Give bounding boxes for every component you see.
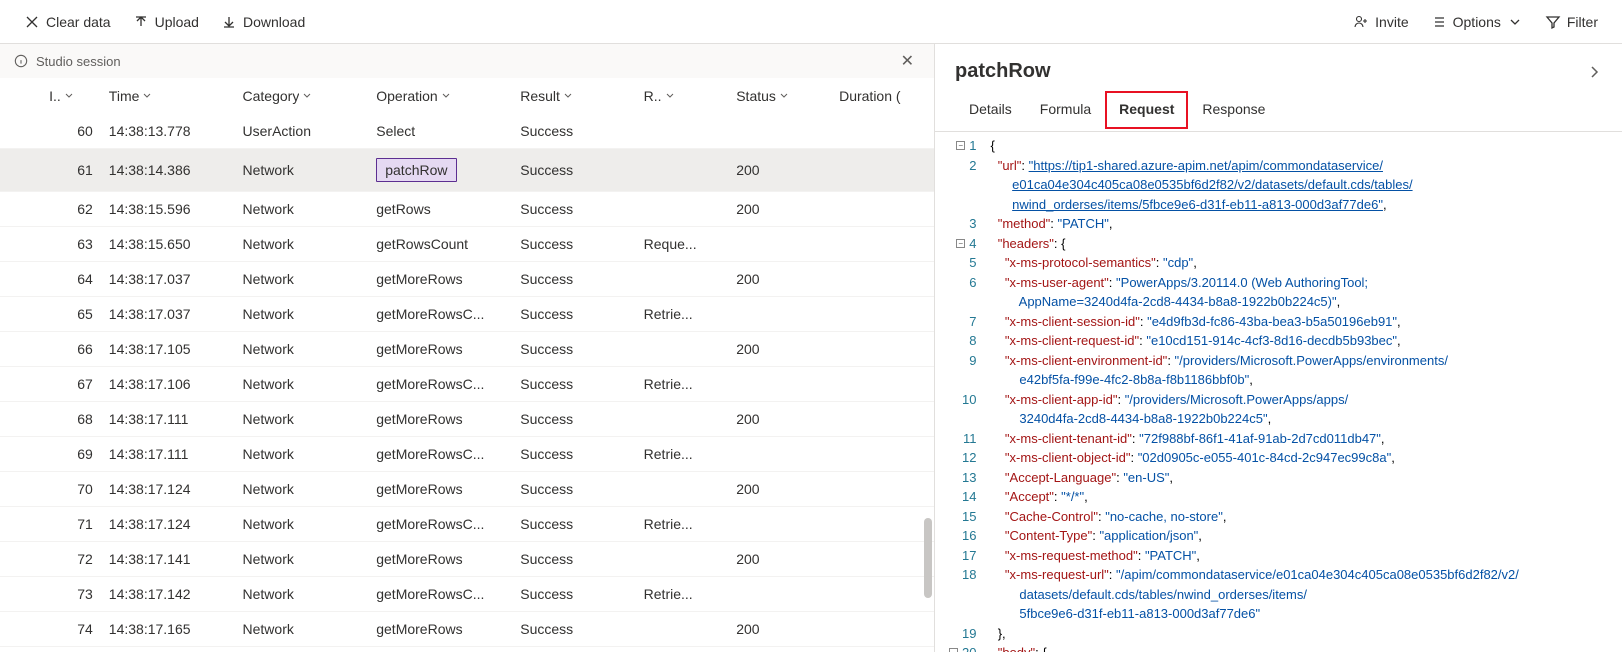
events-table: I.. Time Category Operation Result R.. S… (0, 78, 934, 652)
events-table-scroll[interactable]: I.. Time Category Operation Result R.. S… (0, 78, 934, 652)
table-row[interactable]: 6214:38:15.596NetworkgetRowsSuccess200 (0, 192, 934, 227)
table-row[interactable]: 6314:38:15.650NetworkgetRowsCountSuccess… (0, 227, 934, 262)
table-row[interactable]: 7114:38:17.124NetworkgetMoreRowsC...Succ… (0, 507, 934, 542)
tab-request[interactable]: Request (1105, 91, 1188, 129)
col-duration[interactable]: Duration ( (831, 78, 934, 114)
col-id[interactable]: I.. (41, 78, 101, 114)
table-row[interactable]: 7214:38:17.141NetworkgetMoreRowsSuccess2… (0, 542, 934, 577)
filter-button[interactable]: Filter (1535, 8, 1608, 36)
code-gutter: −123−45678910111213141516171819−20212223 (935, 132, 986, 652)
table-row[interactable]: 6614:38:17.105NetworkgetMoreRowsSuccess2… (0, 332, 934, 367)
table-row[interactable]: 7414:38:17.165NetworkgetMoreRowsSuccess2… (0, 612, 934, 647)
invite-label: Invite (1375, 14, 1408, 30)
request-code-viewer[interactable]: −123−45678910111213141516171819−20212223… (935, 131, 1622, 652)
chevron-right-icon[interactable] (1586, 64, 1602, 80)
info-icon (14, 54, 28, 68)
table-row[interactable]: 7514:38:17.165NetworkgetMoreRowsC...Succ… (0, 647, 934, 652)
upload-label: Upload (155, 14, 199, 30)
detail-title: patchRow (955, 60, 1051, 83)
col-time[interactable]: Time (101, 78, 235, 114)
code-content: { "url": "https://tip1-shared.azure-apim… (986, 132, 1622, 652)
table-row[interactable]: 6114:38:14.386NetworkpatchRowSuccess200 (0, 149, 934, 192)
table-row[interactable]: 6514:38:17.037NetworkgetMoreRowsC...Succ… (0, 297, 934, 332)
table-row[interactable]: 7014:38:17.124NetworkgetMoreRowsSuccess2… (0, 472, 934, 507)
table-row[interactable]: 6414:38:17.037NetworkgetMoreRowsSuccess2… (0, 262, 934, 297)
person-add-icon (1353, 14, 1369, 30)
chevron-down-icon (1507, 14, 1523, 30)
table-row[interactable]: 7314:38:17.142NetworkgetMoreRowsC...Succ… (0, 577, 934, 612)
left-pane: Studio session ✕ I.. Time Category Opera… (0, 44, 935, 652)
list-icon (1431, 14, 1447, 30)
close-icon (24, 14, 40, 30)
col-category[interactable]: Category (235, 78, 369, 114)
tab-details[interactable]: Details (955, 91, 1026, 129)
upload-icon (133, 14, 149, 30)
tab-formula[interactable]: Formula (1026, 91, 1105, 129)
table-row[interactable]: 6014:38:13.778UserActionSelectSuccess (0, 114, 934, 149)
col-status[interactable]: Status (728, 78, 831, 114)
table-row[interactable]: 6714:38:17.106NetworkgetMoreRowsC...Succ… (0, 367, 934, 402)
options-label: Options (1453, 14, 1501, 30)
table-row[interactable]: 6814:38:17.111NetworkgetMoreRowsSuccess2… (0, 402, 934, 437)
invite-button[interactable]: Invite (1343, 8, 1418, 36)
col-operation[interactable]: Operation (368, 78, 512, 114)
scrollbar-thumb[interactable] (924, 518, 932, 598)
banner-text: Studio session (36, 54, 121, 69)
tab-response[interactable]: Response (1188, 91, 1279, 129)
col-r[interactable]: R.. (636, 78, 729, 114)
options-button[interactable]: Options (1421, 8, 1533, 36)
col-result[interactable]: Result (512, 78, 635, 114)
filter-label: Filter (1567, 14, 1598, 30)
clear-data-label: Clear data (46, 14, 111, 30)
download-label: Download (243, 14, 305, 30)
toolbar: Clear data Upload Download Invite Option… (0, 0, 1622, 44)
session-banner: Studio session ✕ (0, 44, 934, 78)
download-icon (221, 14, 237, 30)
table-row[interactable]: 6914:38:17.111NetworkgetMoreRowsC...Succ… (0, 437, 934, 472)
filter-icon (1545, 14, 1561, 30)
upload-button[interactable]: Upload (123, 8, 209, 36)
clear-data-button[interactable]: Clear data (14, 8, 121, 36)
detail-tabs: Details Formula Request Response (935, 91, 1622, 129)
detail-pane: patchRow Details Formula Request Respons… (935, 44, 1622, 652)
table-header-row: I.. Time Category Operation Result R.. S… (0, 78, 934, 114)
banner-close-button[interactable]: ✕ (895, 47, 920, 75)
download-button[interactable]: Download (211, 8, 315, 36)
